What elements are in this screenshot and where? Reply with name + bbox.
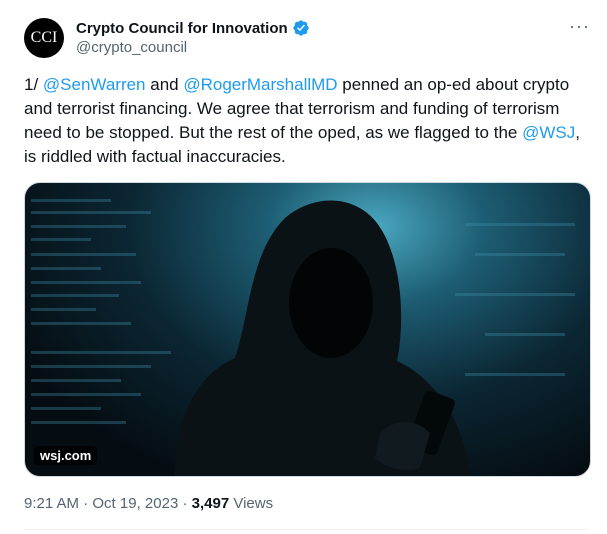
more-options-icon[interactable]: ··· [569, 16, 590, 37]
tweet-text: 1/ @SenWarren and @RogerMarshallMD penne… [24, 73, 589, 169]
divider [24, 529, 589, 530]
tweet-date[interactable]: Oct 19, 2023 [92, 495, 178, 512]
author-handle[interactable]: @crypto_council [76, 39, 187, 56]
author-name-row: Crypto Council for Innovation [76, 19, 310, 37]
tweet-text-part: and [145, 75, 184, 94]
views-label: Views [233, 495, 274, 512]
display-name[interactable]: Crypto Council for Innovation [76, 20, 288, 37]
hooded-figure-illustration [31, 199, 575, 476]
avatar-text: CCI [30, 29, 58, 46]
mention-wsj-link[interactable]: @WSJ [522, 123, 575, 142]
link-card-image[interactable]: wsj.com [24, 182, 591, 477]
avatar[interactable]: CCI [24, 18, 64, 58]
tweet-text-part: 1/ [24, 75, 43, 94]
media-source-label: wsj.com [34, 446, 98, 465]
tweet-time[interactable]: 9:21 AM [24, 495, 79, 512]
verified-badge-icon [292, 20, 309, 36]
mention-senwarren-link[interactable]: @SenWarren [43, 75, 146, 94]
tweet-metadata: 9:21 AM · Oct 19, 2023 · 3,497 Views [24, 495, 274, 512]
tweet-card: CCI Crypto Council for Innovation @crypt… [0, 0, 607, 534]
views-count: 3,497 [191, 495, 230, 512]
mention-rogermarshallmd-link[interactable]: @RogerMarshallMD [183, 75, 337, 94]
